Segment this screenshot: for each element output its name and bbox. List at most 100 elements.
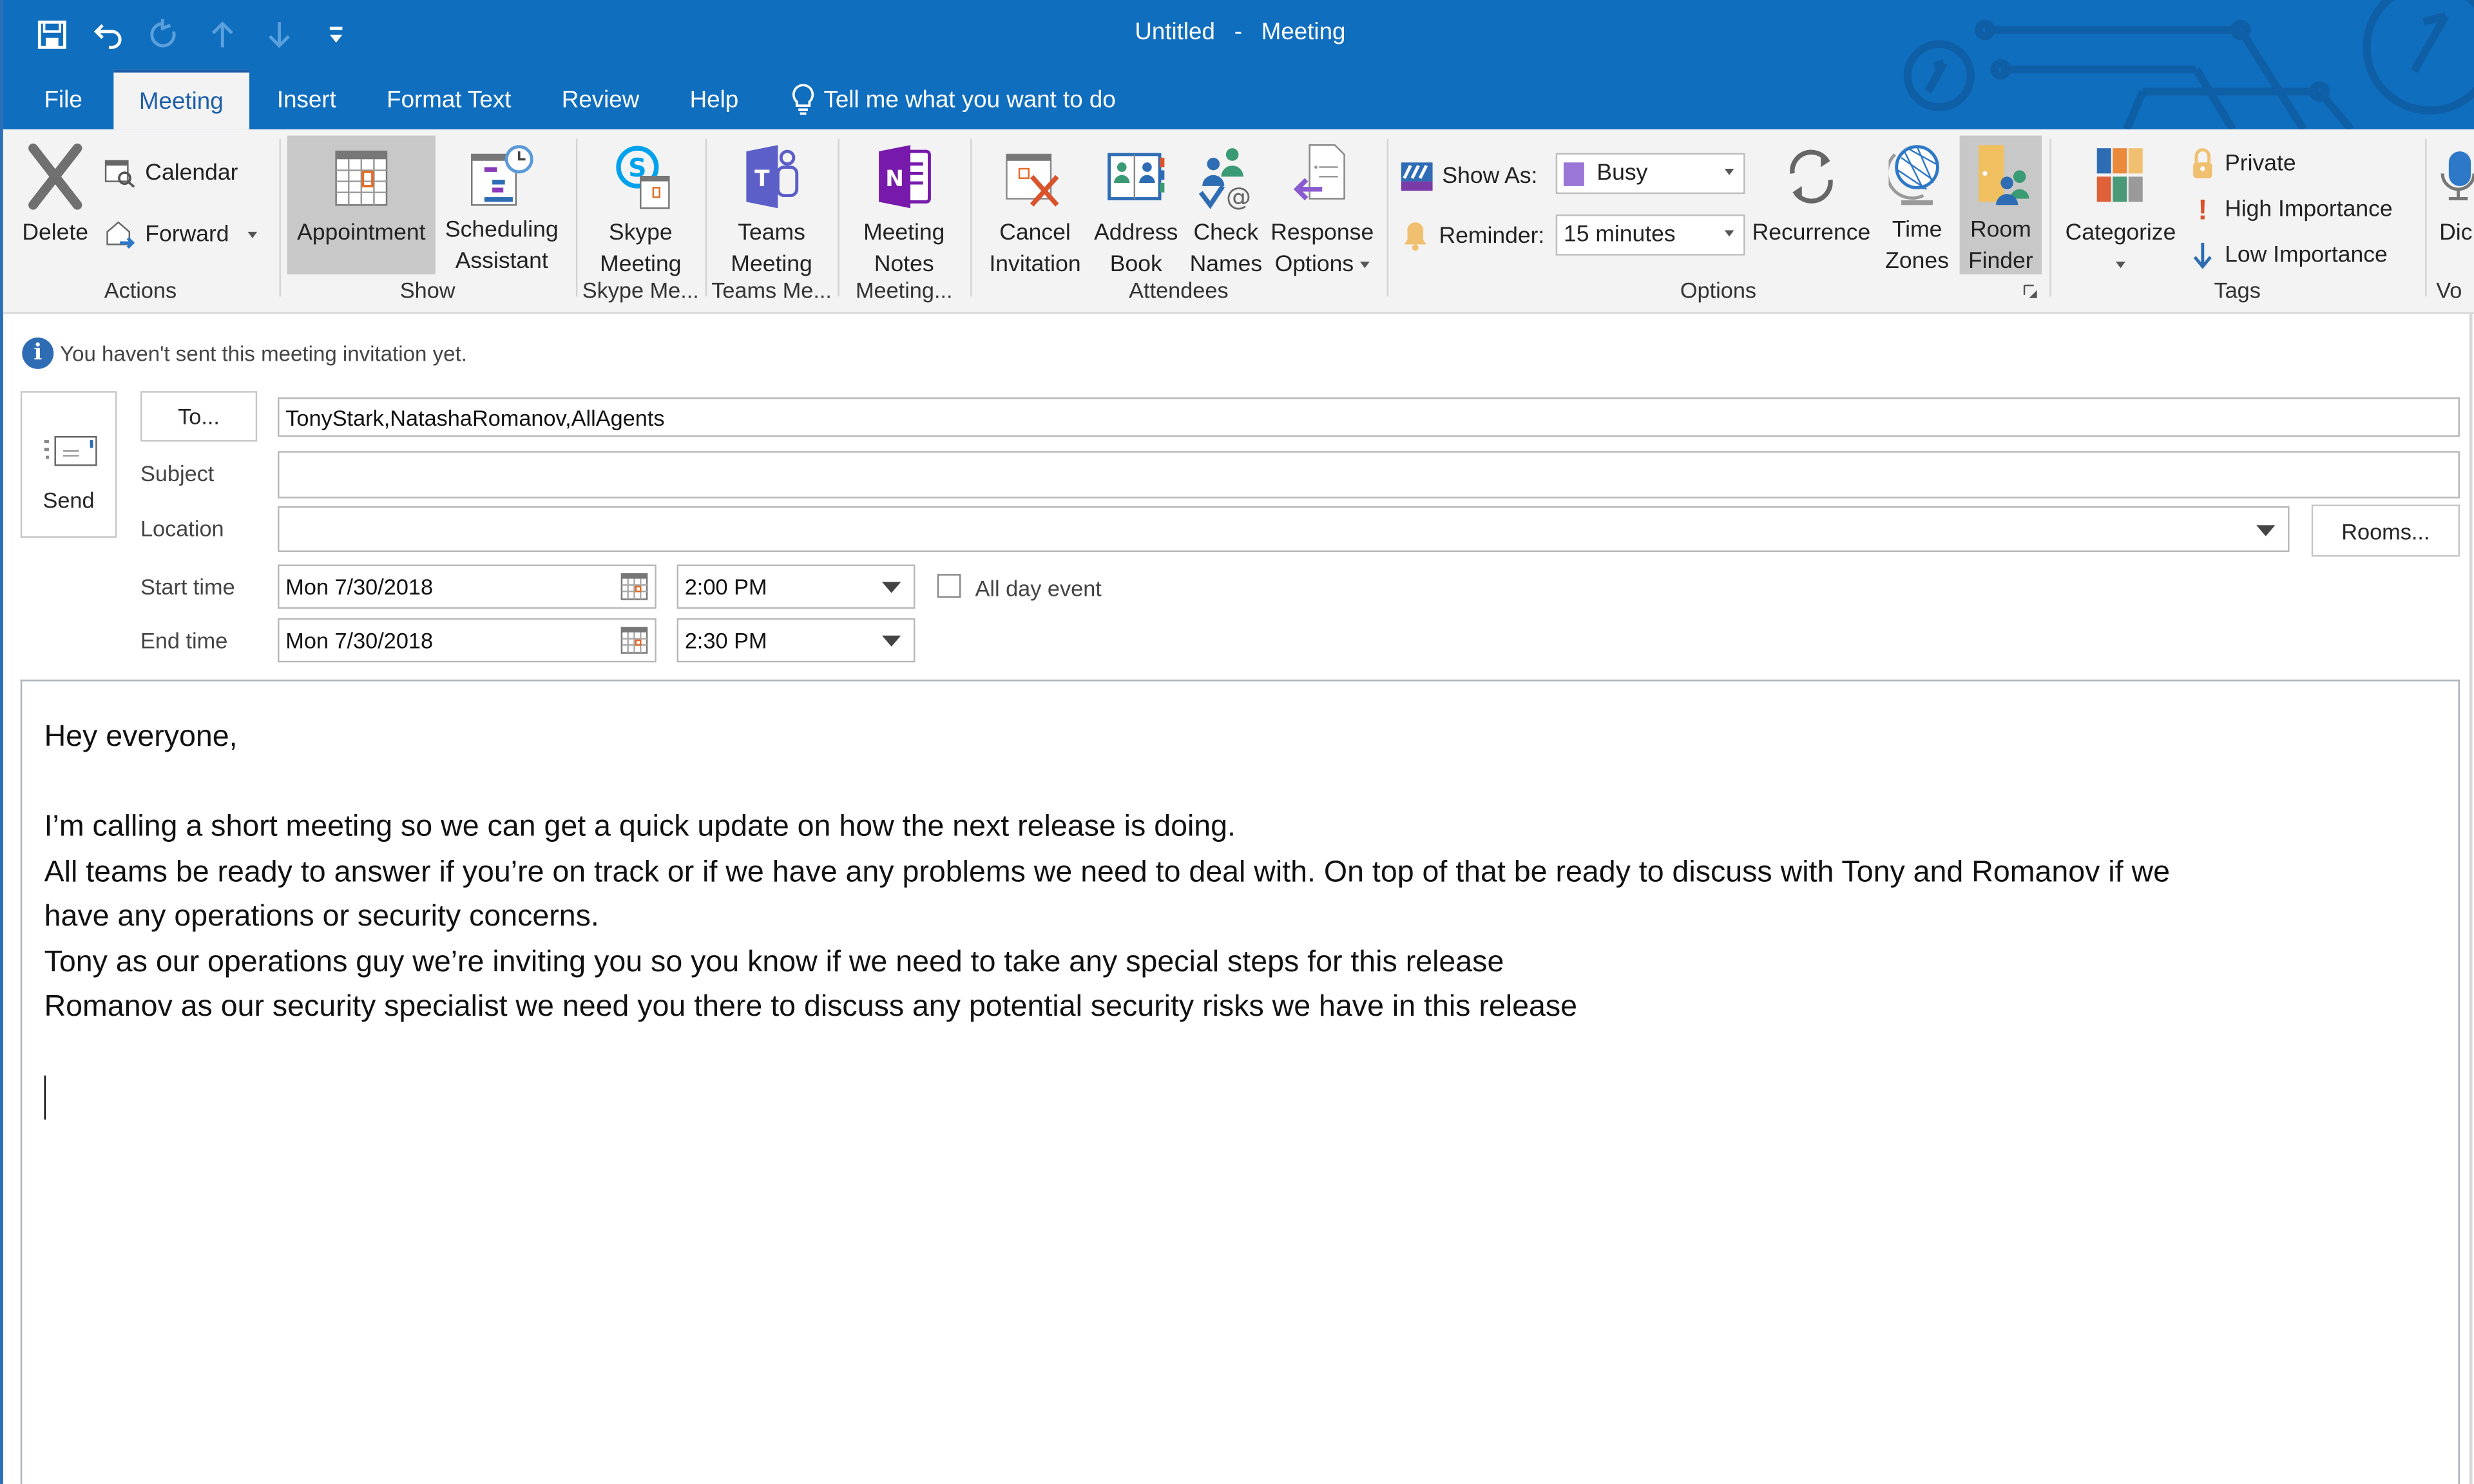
bell-icon [1404,222,1426,251]
low-importance-label: Low Importance [2225,243,2388,269]
body-line [44,761,2459,806]
chevron-down-icon [881,582,901,593]
window-right-edge [2469,312,2473,1484]
document-name: Untitled [1135,19,1215,46]
send-button[interactable]: Send [20,391,117,538]
response-label-2: Options [1274,252,1354,278]
arrow-down-low-icon [2193,243,2212,269]
address-label-2: Book [1109,252,1162,278]
calendar-button[interactable]: Calendar [104,155,238,193]
end-time-dropdown[interactable]: 2:30 PM [676,618,916,663]
group-label-skype: Skype Me... [582,277,699,303]
tab-meeting[interactable]: Meeting [113,69,249,129]
tab-format-text[interactable]: Format Text [361,70,537,129]
forward-dropdown-icon[interactable] [247,231,258,238]
room-finder-button[interactable]: Room Finder [1959,135,2042,275]
rooms-button[interactable]: Rooms... [2311,504,2460,557]
start-date-value: Mon 7/30/2018 [285,574,434,600]
chevron-down-icon [881,635,901,647]
tell-me-search[interactable]: Tell me what you want to do [792,70,1116,129]
room-finder-icon [1969,142,2032,208]
to-field[interactable]: TonyStark,NatashaRomanov,AllAgents [278,397,2460,437]
teams-icon: T [740,142,803,211]
teams-label-2: Meeting [731,252,812,278]
high-importance-label: High Importance [2225,197,2393,223]
start-date-field[interactable]: Mon 7/30/2018 [278,564,657,609]
tab-file[interactable]: File [3,70,104,129]
time-zones-button[interactable]: Time Zones [1877,136,1956,274]
response-options-button[interactable]: Response Options [1269,136,1376,278]
calendar-search-icon [104,160,135,188]
start-time-dropdown[interactable]: 2:00 PM [676,564,916,609]
recurrence-icon [1779,142,1843,211]
microphone-icon [2439,142,2474,211]
skype-meeting-button[interactable]: S Skype Meeting [587,136,695,278]
delete-x-icon [24,142,87,211]
date-picker-icon[interactable] [620,626,648,654]
scheduling-assistant-button[interactable]: Scheduling Assistant [439,136,565,274]
high-importance-button[interactable]: ! High Importance [2190,191,2392,229]
group-label-voice: Vo [2436,277,2462,303]
recurrence-button[interactable]: Recurrence [1748,136,1874,274]
check-names-button[interactable]: @ Check Names [1184,136,1269,278]
to-value: TonyStark,NatashaRomanov,AllAgents [285,404,665,430]
address-book-button[interactable]: Address Book [1092,136,1180,278]
start-time-value: 2:00 PM [684,574,767,600]
text-cursor [44,1074,46,1119]
forward-label: Forward [145,222,229,248]
tab-review[interactable]: Review [537,70,665,129]
show-as-dropdown[interactable]: Busy [1555,153,1745,195]
title-separator: - [1234,19,1242,46]
private-label: Private [2225,151,2296,177]
group-tags: Categorize Private ! High Importance Low… [2051,136,2424,306]
cancel-invitation-button[interactable]: Cancel Invitation [978,136,1091,278]
onenote-icon: N [872,142,935,211]
low-importance-button[interactable]: Low Importance [2190,236,2388,274]
teams-meeting-button[interactable]: T Teams Meeting [716,136,827,278]
cancel-invitation-icon [1004,142,1067,211]
location-field[interactable] [278,506,2290,552]
categorize-button[interactable]: Categorize [2057,136,2183,274]
scheduling-label-1: Scheduling [445,217,559,243]
show-as-icon [1401,162,1433,191]
delete-button[interactable]: Delete [15,136,94,274]
location-dropdown-icon[interactable] [2256,525,2276,537]
group-voice: Dic Vo [2427,136,2474,306]
delete-label: Delete [22,220,89,246]
group-label-tags: Tags [2214,277,2261,303]
body-line: I’m calling a short meeting so we can ge… [44,810,1236,844]
recurrence-label: Recurrence [1752,220,1871,246]
tab-help[interactable]: Help [664,70,763,129]
all-day-event-checkbox[interactable] [937,574,961,598]
end-date-field[interactable]: Mon 7/30/2018 [278,618,657,663]
group-label-meeting-notes: Meeting... [855,277,953,303]
exclamation-icon: ! [2198,193,2208,225]
time-zones-label-1: Time [1892,217,1942,243]
appointment-button[interactable]: Appointment [287,135,436,275]
dialog-launcher-icon[interactable] [2023,284,2038,300]
date-picker-icon[interactable] [620,573,648,601]
meeting-notes-button[interactable]: N Meeting Notes [849,136,959,278]
body-line: Tony as our operations guy we’re invitin… [44,945,1504,979]
group-label-options: Options [1680,277,1757,303]
reminder-dropdown[interactable]: 15 minutes [1555,214,1745,256]
dictate-button[interactable]: Dic [2439,136,2474,274]
message-body-editor[interactable]: Hey everyone, I’m calling a short meetin… [20,680,2460,1484]
svg-text:@: @ [1226,182,1251,211]
ribbon-tabs: File Meeting Insert Format Text Review H… [3,66,1116,129]
lock-icon [2193,148,2212,178]
subject-field[interactable] [278,451,2460,499]
title-bar: Untitled - Meeting File Meeting Insert F… [3,0,2474,129]
svg-text:T: T [754,166,770,192]
body-line: All teams be ready to answer if you’re o… [44,855,2170,889]
to-button[interactable]: To... [140,391,258,442]
address-book-icon [1104,142,1167,211]
appointment-label: Appointment [297,220,426,246]
reminder-value: 15 minutes [1563,222,1676,248]
private-button[interactable]: Private [2190,145,2296,183]
tab-insert[interactable]: Insert [252,70,361,129]
forward-button[interactable]: Forward [104,216,258,254]
body-line: Hey everyone, [44,720,238,754]
location-label: Location [140,515,224,541]
